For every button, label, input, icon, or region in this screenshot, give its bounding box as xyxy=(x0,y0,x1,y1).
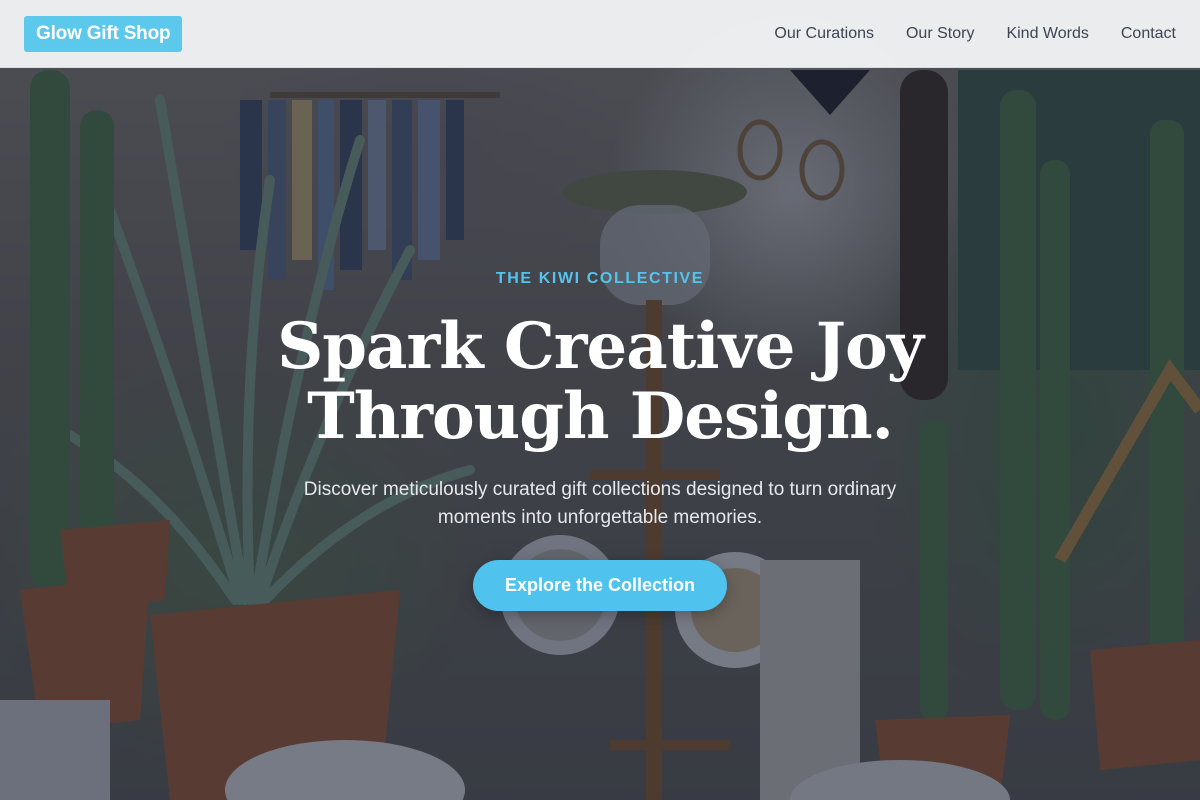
nav-link-contact[interactable]: Contact xyxy=(1121,25,1176,43)
hero-eyebrow: THE KIWI COLLECTIVE xyxy=(495,270,705,287)
nav-link-our-story[interactable]: Our Story xyxy=(906,25,974,43)
brand-logo[interactable]: Glow Gift Shop xyxy=(24,15,183,52)
hero-headline-line-2: Through Design. xyxy=(307,379,894,454)
explore-collection-button[interactable]: Explore the Collection xyxy=(472,560,728,611)
page: Glow Gift Shop Our Curations Our Story K… xyxy=(0,0,1200,800)
nav-link-kind-words[interactable]: Kind Words xyxy=(1006,25,1088,43)
hero-headline: Spark Creative Joy Through Design. xyxy=(0,312,1200,452)
top-navigation-bar: Glow Gift Shop Our Curations Our Story K… xyxy=(0,0,1200,68)
hero-headline-line-1: Spark Creative Joy xyxy=(277,309,924,384)
nav-links: Our Curations Our Story Kind Words Conta… xyxy=(774,25,1176,43)
nav-link-our-curations[interactable]: Our Curations xyxy=(774,25,874,43)
hero-subtitle: Discover meticulously curated gift colle… xyxy=(303,479,897,528)
hero-section: THE KIWI COLLECTIVE Spark Creative Joy T… xyxy=(0,270,1200,611)
